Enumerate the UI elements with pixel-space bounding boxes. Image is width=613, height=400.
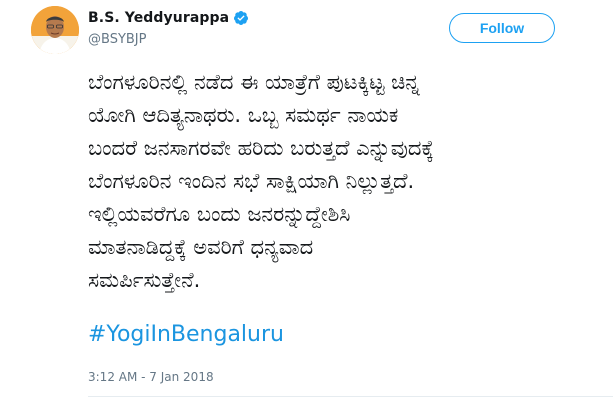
tweet-text-line: ಸಮರ್ಪಿಸುತ್ತೇನೆ.: [88, 268, 201, 292]
tweet-header: B.S. Yeddyurappa @BSYBJP Follow: [0, 0, 613, 60]
author-handle[interactable]: @BSYBJP: [88, 32, 249, 47]
tweet-text-line: ಇಲ್ಲಿಯವರೆಗೂ ಬಂದು ಜನರನ್ನುದ್ದೇಶಿಸಿ: [88, 202, 351, 226]
tweet-text-line: ಬೆಂಗಳೂರಿನ ಇಂದಿನ ಸಭೆ ಸಾಕ್ಷಿಯಾಗಿ ನಿಲ್ಲುತ್ತ…: [88, 169, 415, 193]
tweet-text-line: ಮಾತನಾಡಿದ್ದಕ್ಕೆ ಅವರಿಗೆ ಧನ್ಯವಾದ: [88, 235, 314, 259]
hashtag-link[interactable]: #YogiInBengaluru: [88, 322, 284, 347]
tweet-text-line: ಬೆಂಗಳೂರಿನಲ್ಲಿ ನಡೆದ ಈ ಯಾತ್ರೆಗೆ ಪುಟಕ್ಕಿಟ್ಟ…: [88, 70, 420, 94]
name-row: B.S. Yeddyurappa: [88, 8, 249, 28]
avatar[interactable]: [31, 6, 79, 54]
author-info: B.S. Yeddyurappa @BSYBJP: [88, 8, 249, 47]
tweet-text-line: ಬಂದರೆ ಜನಸಾಗರವೇ ಹರಿದು ಬರುತ್ತದೆ ಎನ್ನುವುದಕ್…: [88, 136, 434, 160]
tweet-text-line: ಯೋಗಿ ಆದಿತ್ಯನಾಥರು. ಒಬ್ಬ ಸಮರ್ಥ ನಾಯಕ: [88, 103, 399, 127]
divider: [88, 396, 613, 397]
verified-badge-icon: [233, 10, 249, 26]
tweet-card: B.S. Yeddyurappa @BSYBJP Follow ಬೆಂಗಳೂರಿ…: [0, 0, 613, 400]
follow-button[interactable]: Follow: [449, 13, 555, 43]
tweet-text: ಬೆಂಗಳೂರಿನಲ್ಲಿ ನಡೆದ ಈ ಯಾತ್ರೆಗೆ ಪುಟಕ್ಕಿಟ್ಟ…: [88, 66, 608, 297]
tweet-timestamp[interactable]: 3:12 AM - 7 Jan 2018: [88, 370, 214, 384]
profile-photo-icon: [31, 6, 79, 54]
author-display-name[interactable]: B.S. Yeddyurappa: [88, 10, 229, 26]
